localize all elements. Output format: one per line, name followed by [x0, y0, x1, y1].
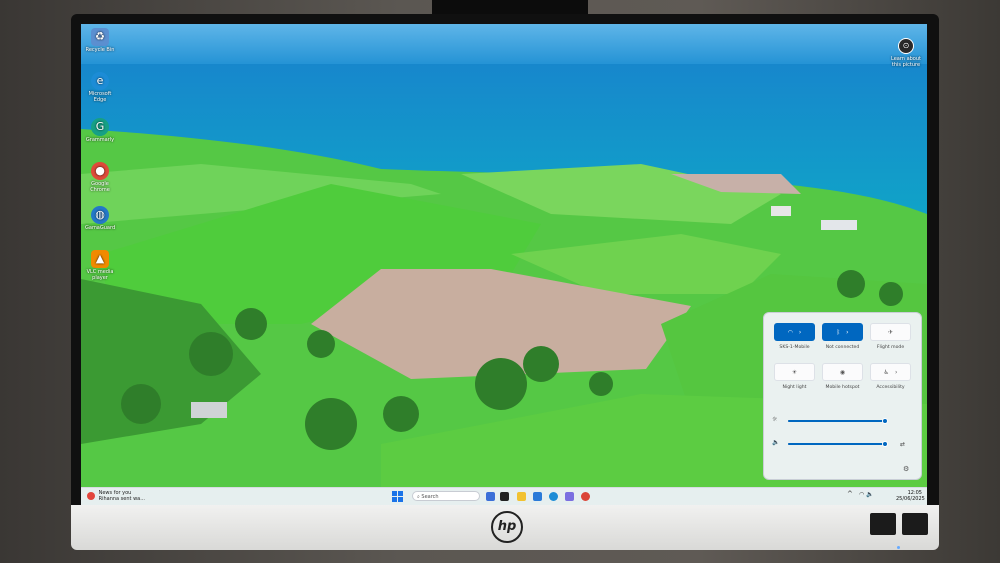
audio-output-icon[interactable]: ⇄ — [900, 441, 905, 448]
night-light-icon: ☀ — [791, 368, 798, 376]
airplane-icon: ✈ — [887, 328, 894, 336]
flight-mode-label: Flight mode — [876, 345, 905, 350]
brightness-fill — [788, 420, 885, 422]
microsoft-edge-icon[interactable]: e Microsoft Edge — [85, 72, 115, 103]
start-button[interactable] — [392, 491, 403, 502]
speaker-tray-icon: 🔈 — [866, 491, 874, 498]
news-widget[interactable]: News for you Rihanna sent wa... — [87, 490, 145, 502]
sticker-badge — [902, 513, 928, 535]
wifi-icon: ◠ — [787, 328, 793, 336]
quick-settings-panel: ◠ › SKS-1-Mobile ᛒ › Not connected ✈ Fli… — [763, 312, 922, 480]
bluetooth-tile[interactable]: ᛒ › — [822, 323, 863, 341]
wifi-label: SKS-1-Mobile — [779, 345, 810, 350]
chrome-taskbar-icon[interactable] — [581, 492, 590, 501]
wifi-tray-icon: ◠ — [859, 491, 865, 498]
edge-taskbar-icon[interactable] — [549, 492, 558, 501]
chevron-up-icon[interactable]: ^ — [847, 490, 853, 498]
wifi-tile[interactable]: ◠ › — [774, 323, 815, 341]
volume-slider[interactable] — [788, 441, 888, 447]
gear-icon[interactable]: ⚙ — [903, 465, 909, 473]
search-placeholder: Search — [421, 494, 439, 500]
sticker-badge — [870, 513, 896, 535]
store-icon[interactable] — [533, 492, 542, 501]
brightness-icon: ☼ — [772, 416, 778, 423]
learn-about-picture-icon[interactable]: ⊙ Learn about this picture — [889, 38, 923, 68]
hp-logo: hp — [491, 511, 523, 543]
brightness-thumb[interactable] — [882, 418, 888, 424]
flight-mode-tile[interactable]: ✈ — [870, 323, 911, 341]
mobile-hotspot-tile[interactable]: ◉ — [822, 363, 863, 381]
power-led — [897, 546, 900, 549]
mobile-hotspot-label: Mobile hotspot — [825, 385, 860, 390]
terminal-icon[interactable] — [500, 492, 509, 501]
accessibility-tile[interactable]: ♿ › — [870, 363, 911, 381]
volume-icon[interactable]: 🔈 — [772, 439, 779, 446]
hotspot-icon: ◉ — [839, 368, 846, 376]
grammarly-icon[interactable]: G Grammarly — [85, 118, 115, 143]
recycle-bin-icon[interactable]: ♻ Recycle Bin — [85, 28, 115, 53]
news-subtitle: Rihanna sent wa... — [98, 496, 146, 502]
desktop-screen: ♻ Recycle Bin e Microsoft Edge G Grammar… — [81, 24, 927, 505]
taskbar: News for you Rihanna sent wa... ⌕ Search… — [81, 487, 927, 505]
accessibility-icon: ♿ — [883, 368, 889, 376]
bluetooth-label: Not connected — [825, 345, 860, 350]
brightness-slider[interactable] — [788, 418, 888, 424]
system-tray[interactable]: ◠ 🔈 — [859, 491, 874, 498]
clock-date: 25/06/2025 — [896, 496, 925, 502]
task-view-icon[interactable] — [486, 492, 495, 501]
search-icon: ⌕ — [417, 494, 420, 500]
file-explorer-icon[interactable] — [517, 492, 526, 501]
gamaguard-icon[interactable]: ◍ GamaGuard — [85, 206, 115, 231]
vlc-icon[interactable]: ▲ VLC media player — [85, 250, 115, 281]
bluetooth-icon: ᛒ — [836, 328, 841, 336]
chevron-right-icon[interactable]: › — [799, 329, 801, 336]
search-input[interactable]: ⌕ Search — [412, 491, 480, 501]
chevron-right-icon[interactable]: › — [895, 369, 897, 376]
news-badge-icon — [87, 492, 95, 500]
volume-thumb[interactable] — [882, 441, 888, 447]
volume-fill — [788, 443, 885, 445]
night-light-label: Night light — [782, 385, 807, 390]
chevron-right-icon[interactable]: › — [846, 329, 848, 336]
google-chrome-icon[interactable]: ● Google Chrome — [85, 162, 115, 193]
accessibility-label: Accessibility — [876, 385, 905, 390]
settings-taskbar-icon[interactable] — [565, 492, 574, 501]
clock[interactable]: 12:05 25/06/2025 — [896, 490, 925, 502]
night-light-tile[interactable]: ☀ — [774, 363, 815, 381]
